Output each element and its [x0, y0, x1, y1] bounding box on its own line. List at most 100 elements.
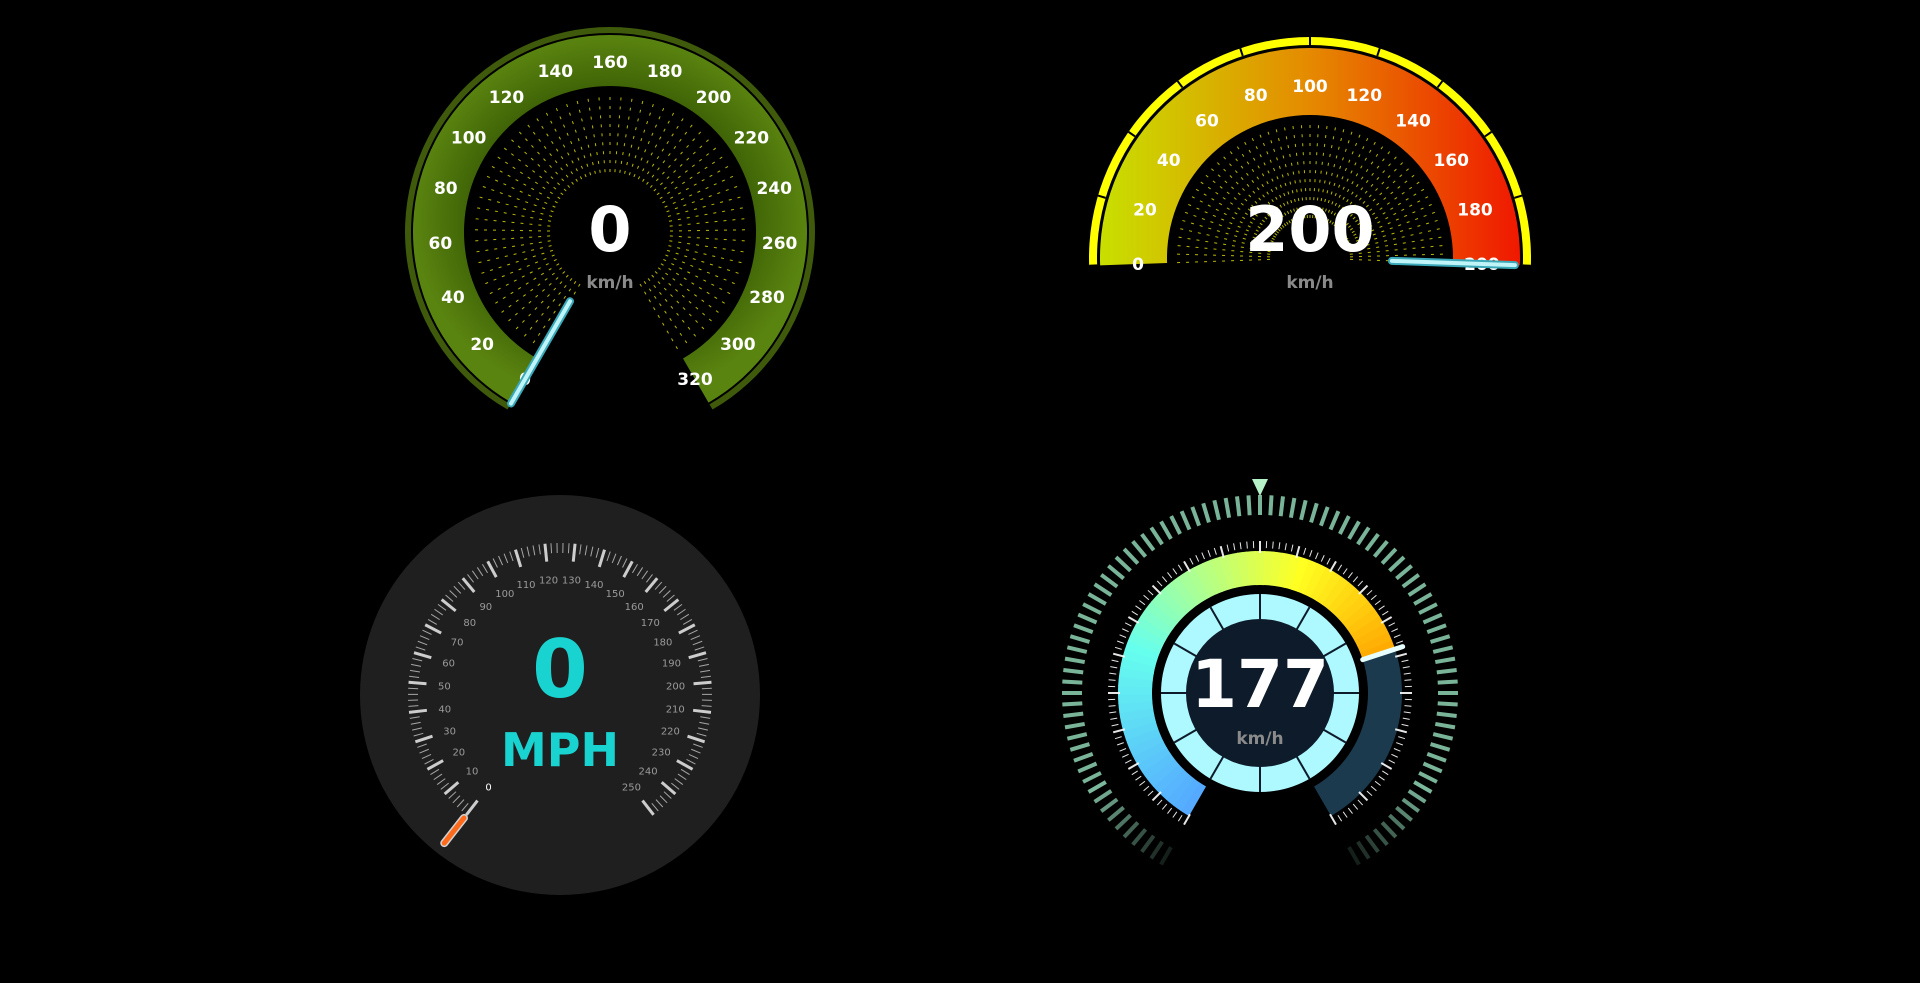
gauge-cyan-tick	[1119, 748, 1127, 752]
gauge-cyan-outer-segment	[1114, 555, 1132, 573]
gauge-cyan-outer-segment	[1140, 532, 1156, 552]
gauge-cyan-tick	[1143, 594, 1150, 601]
gauge-cyan-tick	[1195, 555, 1200, 562]
gauge-cyan-tick	[1403, 711, 1411, 714]
gauge-mph-tick-label: 30	[443, 727, 456, 738]
gauge-green-tick-label: 160	[592, 53, 628, 73]
gauge-green-tick	[663, 258, 733, 296]
gauge-green-tick-label: 20	[470, 335, 494, 355]
gauge-green-tick	[624, 98, 645, 174]
gauge-cyan-outer-segment	[1437, 701, 1458, 707]
gauge-cyan-tick	[1108, 679, 1116, 681]
gauge-cyan-outer-segment	[1432, 732, 1454, 741]
gauge-cyan-tick	[1114, 646, 1122, 650]
gauge-cyan-tick	[1315, 552, 1319, 560]
gauge-cyan-outer-segment	[1122, 821, 1140, 839]
gauge-green-tick-label: 60	[429, 234, 453, 254]
gauge-green-tick	[587, 95, 601, 173]
gauge-cyan-outer-segment	[1063, 668, 1084, 675]
gauge-cyan-tick	[1396, 640, 1404, 644]
gauge-rainbow-unit: km/h	[1286, 273, 1333, 293]
gauge-mph-tick-label: 80	[463, 618, 476, 629]
gauge-cyan-tick	[1342, 811, 1348, 818]
gauge-cyan-tick	[1213, 547, 1217, 555]
gauge-cyan-outer-segment	[1426, 623, 1447, 634]
gauge-cyan-tick	[1320, 555, 1325, 562]
gauge-cyan-tick	[1337, 815, 1343, 822]
gauge-cyan-tick	[1380, 762, 1393, 770]
gauge-cyan-outer-segment	[1268, 495, 1274, 516]
gauge-cyan-tick	[1135, 605, 1142, 611]
gauge-green-tick	[669, 217, 748, 227]
gauge-cyan-tick	[1404, 705, 1412, 707]
gauge-cyan-tick	[1172, 568, 1178, 575]
gauge-cyan-tick	[1246, 541, 1248, 549]
gauge-green-tick	[487, 258, 557, 296]
gauge-cyan-outer-segment	[1223, 497, 1232, 519]
gauge-green-tick	[494, 154, 561, 200]
gauge-cyan-outer-segment	[1066, 732, 1088, 741]
gauge-cyan-outer-segment	[1407, 582, 1427, 597]
gauge-mph-tick-label: 60	[442, 659, 455, 670]
gauge-cyan-outer-segment	[1131, 828, 1148, 846]
gauge-cyan-outer-segment	[1372, 540, 1389, 558]
gauge-green-tick	[544, 110, 583, 180]
gauge-green-tick	[614, 94, 622, 173]
gauge-cyan-tick	[1366, 790, 1373, 797]
gauge-cyan-outer-segment	[1093, 789, 1113, 804]
gauge-mph-major-tick	[408, 708, 428, 714]
gauge-cyan-tick	[1391, 753, 1398, 758]
gauge-cyan-outer-segment	[1099, 573, 1119, 589]
gauge-green-tick	[525, 122, 574, 185]
gauge-mph-tick-label: 180	[653, 637, 672, 648]
gauge-cyan-outer-segment	[1418, 771, 1438, 784]
gauge-cyan-outer-segment	[1064, 656, 1086, 665]
gauge-green-tick	[667, 195, 744, 217]
gauge-cyan-tick	[1167, 807, 1173, 814]
gauge-green-tick	[472, 217, 551, 227]
gauge-cyan-outer-segment	[1380, 821, 1398, 839]
gauge-cyan-tick	[1382, 770, 1389, 776]
gauge-mph-major-tick	[408, 680, 427, 686]
gauge-cyan-outer-segment	[1140, 834, 1156, 854]
gauge-green-tick	[647, 278, 698, 339]
gauge-cyan-tick	[1122, 753, 1129, 758]
gauge-green-tick	[516, 129, 571, 188]
gauge-cyan-tick	[1352, 803, 1359, 810]
gauge-cyan-tick	[1290, 544, 1294, 552]
gauge-cyan-tick	[1177, 564, 1183, 571]
gauge-cyan-tick	[1127, 616, 1140, 624]
gauge-green-tick	[649, 129, 704, 188]
gauge-rainbow-tick-label: 120	[1347, 86, 1383, 106]
gauge-mph-tick-label: 240	[638, 767, 657, 778]
gauge-cyan-tick	[1207, 549, 1211, 557]
gauge-mph-tick-label: 210	[666, 704, 685, 715]
gauge-green-tick-label: 140	[538, 62, 574, 82]
gauge-green-tick-label: 320	[677, 370, 713, 390]
gauge-rainbow-kmh: 020406080100120140160180200 200 km/h	[1089, 37, 1531, 293]
gauge-cyan-tick	[1309, 549, 1313, 557]
gauge-cyan-outer-segment	[1235, 496, 1242, 517]
gauge-cyan-tick	[1114, 736, 1122, 740]
gauge-mph-unit: MPH	[501, 723, 619, 777]
gauge-mph-tick-label: 230	[652, 748, 671, 759]
gauge-cyan-tick	[1394, 728, 1408, 734]
gauge-green-tick-label: 260	[762, 234, 798, 254]
gauge-cyan-tick	[1382, 610, 1389, 616]
gauge-green-tick-label: 220	[734, 129, 770, 149]
gauge-cyan-outer-segment	[1436, 668, 1457, 675]
gauge-cyan-outer-segment	[1087, 592, 1107, 606]
gauge-green-tick	[619, 95, 633, 173]
gauge-green-tick	[554, 105, 587, 178]
gauge-green-tick	[534, 115, 578, 182]
gauge-green-tick	[654, 271, 715, 324]
gauge-green-tick	[472, 235, 551, 242]
gauge-cyan-outer-segment	[1356, 526, 1371, 546]
gauge-cyan-outer-segment	[1190, 506, 1201, 527]
gauge-rainbow-tick-label: 40	[1157, 151, 1181, 171]
gauge-cyan-outer-segment	[1432, 645, 1454, 654]
gauge-green-tick	[643, 281, 689, 346]
gauge-green-tick	[575, 98, 596, 174]
gauge-green-tick	[492, 263, 560, 306]
gauge-green-tick	[475, 245, 552, 264]
